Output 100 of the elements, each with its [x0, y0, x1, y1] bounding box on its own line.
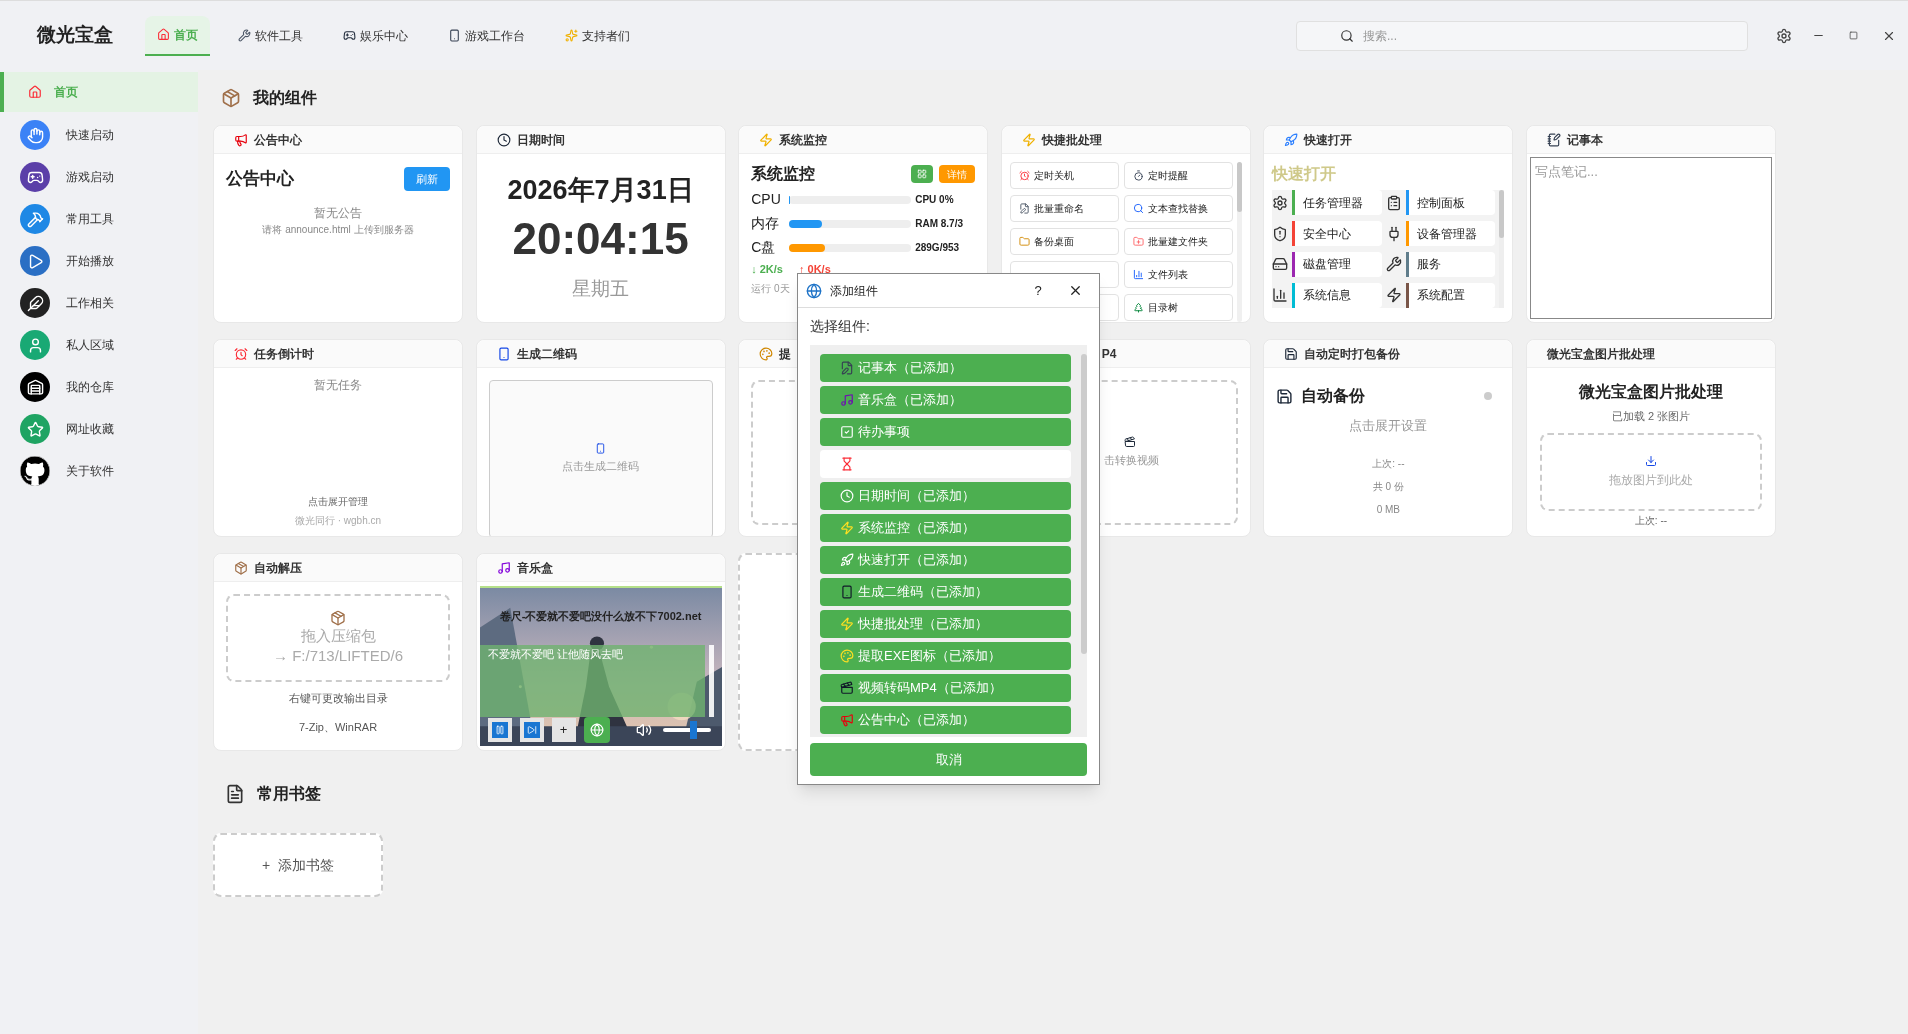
clipboard-icon [1385, 194, 1402, 211]
folder-icon [1018, 236, 1030, 247]
nav-tab[interactable]: 游戏工作台 [436, 15, 537, 56]
magnifier-icon [1132, 203, 1144, 214]
tree-icon [1132, 302, 1144, 313]
widget-title: 日期时间 [516, 131, 565, 149]
empty-message: 暂无公告 [313, 204, 363, 222]
sidebar-item[interactable]: 关于软件 [0, 450, 198, 492]
feather-icon [20, 288, 50, 318]
gamepad-icon [20, 162, 50, 192]
last-backup-text: 上次: -- [1372, 456, 1405, 471]
meter-label: 内存 [751, 214, 781, 233]
widget-title: 记事本 [1566, 131, 1603, 149]
nav-tab[interactable]: 软件工具 [226, 15, 315, 56]
batch-action-button[interactable]: 批量建文件夹 [1123, 228, 1233, 255]
sidebar-item[interactable]: 私人区域 [0, 324, 198, 366]
file-edit-icon [1018, 203, 1030, 214]
lightning-icon [1021, 132, 1036, 147]
package-icon [221, 87, 241, 108]
meter-reading: RAM 8.7/3 [915, 217, 964, 231]
announcement-heading: 公告中心 [226, 168, 294, 190]
backup-size: 0 MB [1376, 502, 1401, 517]
globe-icon [589, 722, 604, 737]
batch-action-button[interactable]: 批量重命名 [1009, 195, 1119, 222]
nav-tab[interactable]: 支持者们 [553, 15, 642, 56]
play-icon [20, 246, 50, 276]
meter-label: CPU [751, 190, 782, 209]
home-icon [28, 85, 42, 99]
weekday-text: 星期五 [572, 276, 630, 301]
bar-chart-icon [1272, 287, 1289, 304]
lightning-icon [759, 132, 774, 147]
tools-icon [20, 204, 50, 234]
settings-icon[interactable] [1776, 27, 1792, 44]
hint-text: 右键可更改输出目录 [288, 691, 388, 706]
image-batch-heading: 微光宝盒图片批处理 [1578, 382, 1723, 402]
widget-title: 自动定时打包备份 [1304, 345, 1401, 363]
floppy-icon [1284, 346, 1299, 361]
sidebar-item[interactable]: 开始播放 [0, 240, 198, 282]
music-note-icon [496, 560, 511, 575]
phone-icon [448, 29, 461, 42]
person-icon [20, 330, 50, 360]
batch-action-button[interactable]: 定时提醒 [1123, 162, 1233, 189]
notepad-icon [1546, 132, 1561, 147]
batch-action-button[interactable]: 目录树 [1123, 294, 1233, 321]
nav-tab[interactable]: 娱乐中心 [331, 15, 420, 56]
batch-action-button[interactable]: 文本查找替换 [1123, 195, 1233, 222]
sidebar-item[interactable]: 网址收藏 [0, 408, 198, 450]
note-field[interactable]: 写点笔记... [1529, 157, 1772, 319]
meter-reading: CPU 0% [915, 193, 955, 207]
expand-link[interactable]: 点击展开管理 [308, 494, 368, 509]
launch-item[interactable]: 系统信息 [1292, 282, 1382, 308]
launch-item[interactable]: 控制面板 [1405, 190, 1496, 216]
rocket-icon [840, 553, 854, 567]
search-field[interactable]: 搜索... [1296, 20, 1748, 51]
bar-chart-icon [1132, 269, 1144, 280]
palette-icon [840, 649, 854, 663]
add-bookmark-button[interactable]: + 添加书签 [213, 833, 383, 897]
launch-item[interactable]: 安全中心 [1292, 221, 1382, 247]
empty-message: 暂无任务 [314, 377, 362, 394]
sidebar-item[interactable]: 工作相关 [0, 282, 198, 324]
launch-item[interactable]: 服务 [1405, 251, 1496, 277]
maximize-icon[interactable] [1849, 31, 1858, 40]
launch-item[interactable]: 系统配置 [1405, 282, 1496, 308]
widget-title: 任务倒计时 [254, 345, 314, 363]
launch-item[interactable]: 磁盘管理 [1292, 251, 1382, 277]
batch-action-button[interactable]: 备份桌面 [1009, 228, 1119, 255]
batch-action-button[interactable]: 定时关机 [1009, 162, 1119, 189]
sidebar-item[interactable]: 我的仓库 [0, 366, 198, 408]
hourglass-icon [840, 457, 854, 471]
sidebar-item[interactable]: 常用工具 [0, 198, 198, 240]
package-icon [234, 560, 248, 575]
sidebar-item[interactable]: 游戏启动 [0, 156, 198, 198]
grid-button[interactable] [911, 165, 934, 183]
home-icon [157, 28, 170, 41]
tray-icon [1644, 454, 1657, 467]
sidebar-item[interactable]: 快速启动 [0, 114, 198, 156]
rocket-icon [1284, 132, 1299, 147]
widget-title: 公告中心 [254, 131, 302, 149]
time-text: 20:04:15 [512, 212, 689, 265]
help-button[interactable]: ? [1028, 280, 1048, 301]
batch-action-button[interactable]: 文件列表 [1123, 261, 1233, 288]
github-icon [20, 456, 50, 486]
widget-title: P4 [1101, 345, 1117, 363]
app-title: 微光宝盒 [37, 23, 114, 48]
widget-title: 微光宝盒图片批处理 [1546, 345, 1655, 363]
globe-icon [806, 282, 822, 299]
close-icon[interactable] [1068, 283, 1083, 298]
widget-title: 系统监控 [779, 131, 828, 149]
megaphone-icon [234, 132, 248, 147]
volume-icon [635, 721, 652, 738]
output-path: → F:/713/LIFTED/6 [272, 646, 403, 666]
section-title: 我的组件 [253, 87, 317, 108]
launch-item[interactable]: 设备管理器 [1405, 221, 1496, 247]
launch-item[interactable]: 任务管理器 [1292, 190, 1382, 216]
lightning-icon [1385, 287, 1402, 304]
widget-title: 提 [779, 345, 792, 363]
volume-thumb[interactable] [689, 720, 697, 739]
credit-text: 微光同行 · wgbh.cn [294, 514, 382, 528]
wrench-icon [1385, 256, 1402, 273]
widget-title: 自动解压 [254, 559, 302, 577]
